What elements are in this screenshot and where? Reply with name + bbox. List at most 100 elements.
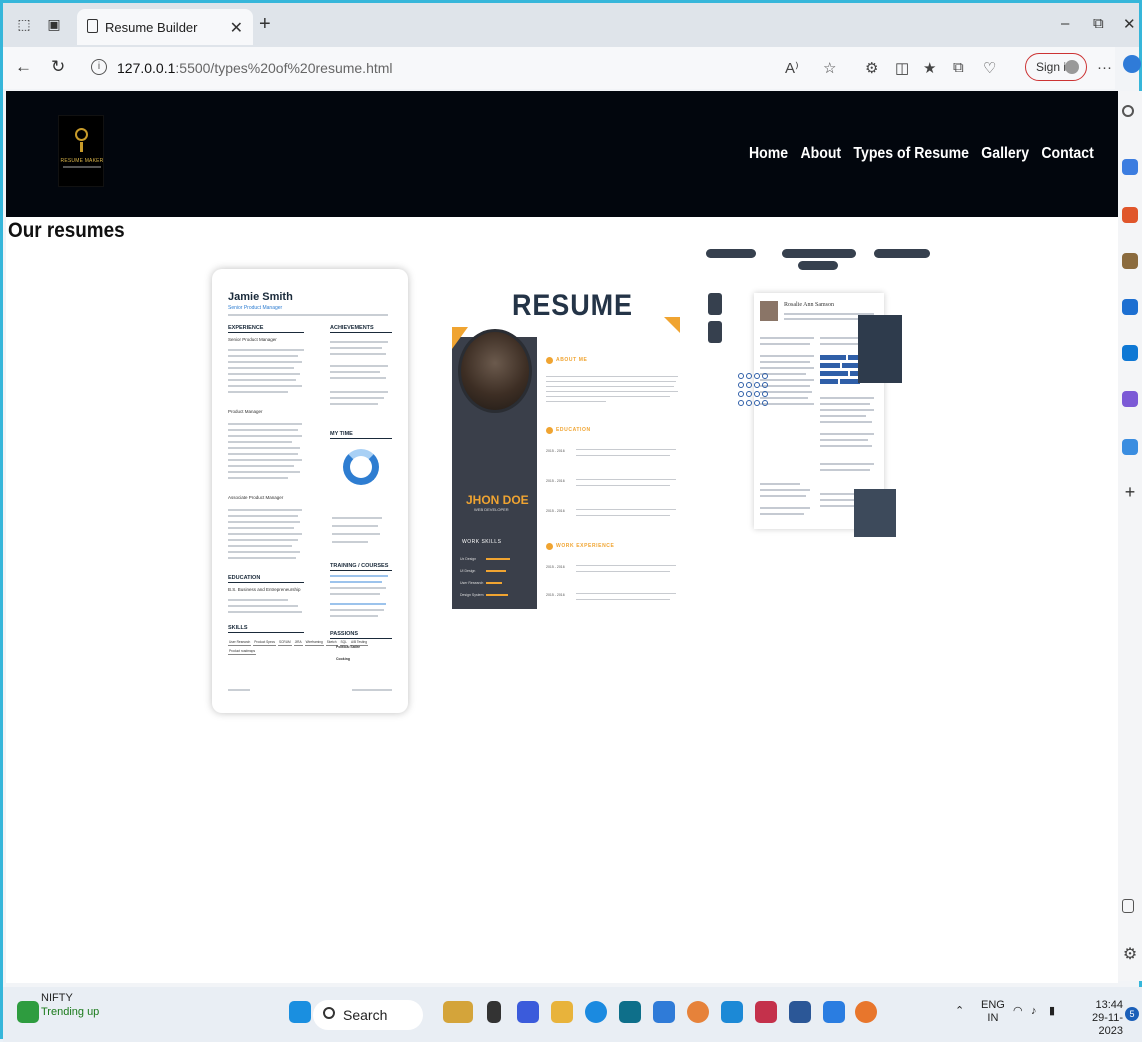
task-view-icon[interactable] bbox=[487, 1001, 501, 1023]
more-menu-icon[interactable]: ··· bbox=[1097, 59, 1112, 76]
nav-gallery[interactable]: Gallery bbox=[982, 145, 1030, 163]
extensions-icon[interactable]: ⚙ bbox=[865, 59, 878, 77]
store-icon[interactable] bbox=[619, 1001, 641, 1023]
resume3-line bbox=[760, 483, 800, 485]
new-tab-button[interactable]: + bbox=[259, 13, 271, 36]
resume2-text-line bbox=[576, 455, 670, 457]
show-hidden-icons[interactable]: ⌃ bbox=[955, 1005, 964, 1018]
hide-sidebar-icon[interactable] bbox=[1122, 899, 1134, 913]
resume1-line bbox=[330, 587, 386, 589]
tab-actions-icon[interactable]: ▣ bbox=[45, 15, 63, 33]
outlook-icon[interactable] bbox=[1122, 345, 1138, 361]
microsoft-365-icon[interactable] bbox=[1122, 299, 1138, 315]
app-m-icon[interactable] bbox=[755, 1001, 777, 1023]
nav-about[interactable]: About bbox=[801, 145, 842, 163]
site-logo[interactable]: RESUME MAKER bbox=[58, 115, 104, 187]
resume1-skill: SCRUM bbox=[278, 640, 292, 646]
favorites-icon[interactable]: ★ bbox=[923, 59, 936, 77]
url-field[interactable]: i 127.0.0.1:5500/types%20of%20resume.htm… bbox=[83, 53, 793, 83]
file-explorer-icon[interactable] bbox=[551, 1001, 573, 1023]
search-icon[interactable] bbox=[1122, 105, 1134, 117]
profile-avatar-icon bbox=[1065, 60, 1079, 74]
restore-button[interactable]: ⧉ bbox=[1093, 15, 1104, 32]
app-icon[interactable] bbox=[653, 1001, 675, 1023]
designer-icon[interactable] bbox=[1122, 391, 1138, 407]
edge-icon[interactable] bbox=[585, 1001, 607, 1023]
resume1-line bbox=[228, 527, 294, 529]
resume1-line bbox=[228, 545, 292, 547]
stock-widget[interactable]: NIFTY Trending up bbox=[41, 991, 99, 1019]
code-tool-icon[interactable] bbox=[721, 1001, 743, 1023]
copilot-app-icon[interactable] bbox=[517, 1001, 539, 1023]
refresh-icon[interactable]: ↻ bbox=[51, 57, 65, 77]
tools-icon[interactable] bbox=[1122, 207, 1138, 223]
nav-types-of-resume[interactable]: Types of Resume bbox=[854, 145, 970, 163]
language-indicator[interactable]: ENG IN bbox=[981, 999, 1005, 1025]
split-screen-icon[interactable]: ◫ bbox=[895, 59, 909, 77]
read-aloud-icon[interactable]: A⁾ bbox=[785, 59, 799, 77]
resume-template-2[interactable]: RESUME JHON DOE WEB DEVELOPER WORK SKILL… bbox=[452, 277, 680, 615]
resume3-side-button bbox=[708, 321, 722, 343]
resume1-line bbox=[330, 615, 378, 617]
resume-template-1[interactable]: Jamie Smith Senior Product Manager EXPER… bbox=[212, 269, 408, 713]
swatch-dot bbox=[762, 400, 768, 406]
resume1-line bbox=[330, 341, 388, 343]
swatch-dot bbox=[762, 382, 768, 388]
resume2-corner-accent bbox=[664, 317, 680, 333]
resume2-education-dot bbox=[546, 427, 553, 434]
resume-template-3[interactable]: Rosalie Ann Samson bbox=[706, 249, 934, 579]
resume1-line bbox=[330, 603, 386, 605]
nav-home[interactable]: Home bbox=[749, 145, 788, 163]
firefox-icon[interactable] bbox=[687, 1001, 709, 1023]
nav-contact[interactable]: Contact bbox=[1042, 145, 1094, 163]
resume1-line bbox=[330, 391, 388, 393]
resume2-education-heading: EDUCATION bbox=[556, 427, 591, 433]
notification-badge[interactable]: 5 bbox=[1125, 1007, 1139, 1021]
wifi-icon[interactable]: ◠ bbox=[1013, 1005, 1023, 1018]
favorite-star-icon[interactable]: ☆ bbox=[823, 59, 836, 77]
taskbar-search[interactable]: Search bbox=[313, 1000, 423, 1030]
resume2-text-line bbox=[576, 515, 670, 517]
clock[interactable]: 13:44 29-11-2023 bbox=[1069, 999, 1123, 1038]
games-icon[interactable] bbox=[1122, 253, 1138, 269]
shopping-icon[interactable] bbox=[1122, 159, 1138, 175]
sign-in-button[interactable]: Sign in bbox=[1025, 53, 1087, 81]
swatch-dot bbox=[738, 382, 744, 388]
workspaces-icon[interactable]: ⬚ bbox=[15, 15, 33, 33]
swatch-dot bbox=[746, 391, 752, 397]
browser-essentials-icon[interactable]: ♡ bbox=[983, 59, 996, 77]
site-nav: Home About Types of Resume Gallery Conta… bbox=[749, 145, 1094, 163]
site-info-icon[interactable]: i bbox=[91, 59, 107, 75]
swatch-dot bbox=[762, 391, 768, 397]
sidebar-settings-icon[interactable]: ⚙ bbox=[1122, 947, 1138, 963]
collections-icon[interactable]: ⧉ bbox=[953, 59, 964, 76]
resume2-text-line bbox=[546, 401, 606, 403]
stock-widget-sub: Trending up bbox=[41, 1006, 100, 1018]
resume1-line bbox=[228, 429, 298, 431]
resume3-line bbox=[760, 343, 810, 345]
back-icon[interactable]: ← bbox=[15, 57, 32, 77]
battery-icon[interactable]: ▮ bbox=[1049, 1005, 1055, 1018]
add-sidebar-app-icon[interactable]: + bbox=[1122, 483, 1138, 501]
browser-app-icon[interactable] bbox=[855, 1001, 877, 1023]
stock-widget-icon[interactable] bbox=[17, 1001, 39, 1023]
resume2-text-line bbox=[576, 509, 676, 511]
copilot-icon[interactable] bbox=[1123, 55, 1141, 73]
resume3-toolbar-pill bbox=[874, 249, 930, 258]
volume-icon[interactable]: ♪ bbox=[1031, 1005, 1037, 1018]
resume1-line bbox=[330, 347, 382, 349]
resume1-line bbox=[330, 609, 384, 611]
word-icon[interactable] bbox=[789, 1001, 811, 1023]
close-tab-icon[interactable]: ✕ bbox=[230, 18, 243, 38]
swatch-dot bbox=[746, 382, 752, 388]
vscode-icon[interactable] bbox=[823, 1001, 845, 1023]
resume1-line bbox=[228, 373, 300, 375]
browser-tab[interactable]: Resume Builder ✕ bbox=[77, 9, 253, 45]
minimize-button[interactable]: – bbox=[1061, 15, 1069, 32]
close-window-button[interactable]: ✕ bbox=[1123, 15, 1136, 33]
resume1-line bbox=[228, 391, 288, 393]
start-icon[interactable] bbox=[289, 1001, 311, 1023]
widgets-icon[interactable] bbox=[443, 1001, 473, 1023]
send-icon[interactable] bbox=[1122, 439, 1138, 455]
resume2-year: 2015 - 2016 bbox=[546, 479, 565, 483]
